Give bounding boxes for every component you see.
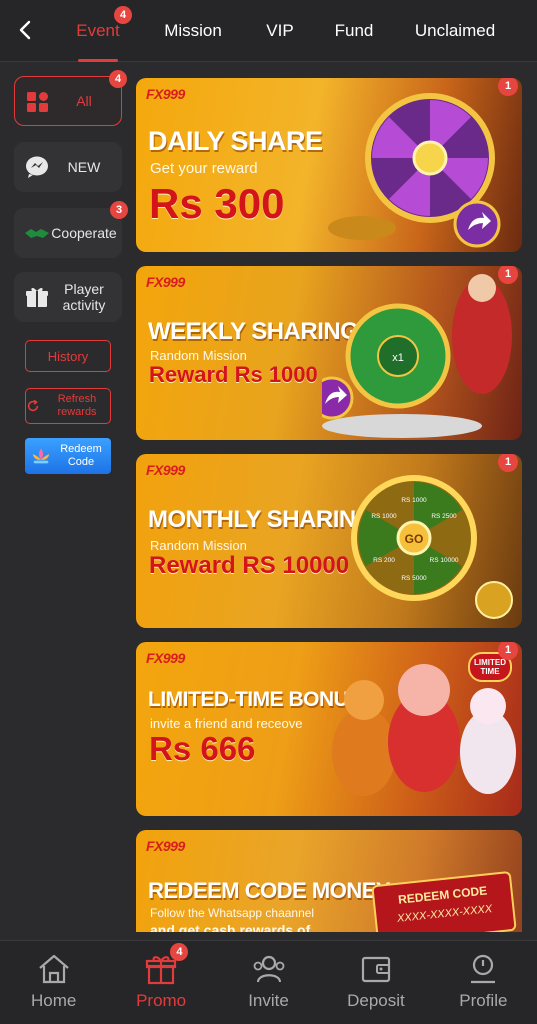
banner-subtitle: Follow the Whatsapp chaannel (150, 906, 315, 920)
tab-label: VIP (266, 21, 294, 40)
wheel-slice-label: RS 2500 (431, 513, 457, 520)
sidebar-item-label: NEW (67, 159, 101, 175)
brand-logo: FX999 (146, 650, 185, 666)
tab-vip[interactable]: VIP (252, 0, 308, 62)
sidebar-item-cooperate[interactable]: Cooperate 3 (14, 201, 128, 258)
sidebar-item-label: Player activity (62, 281, 106, 313)
nav-deposit[interactable]: Deposit (322, 941, 429, 1024)
wheel-slice-label: RS 10000 (430, 557, 459, 564)
sidebar-item-player-activity[interactable]: Player activity (14, 272, 122, 322)
sidebar-cooperate-badge: 3 (110, 201, 128, 219)
wheel-go-label: GO (405, 532, 424, 546)
category-sidebar: All 4 NEW Cooperate 3 Player activity Hi… (0, 62, 130, 932)
gift-icon (26, 287, 48, 307)
redeem-lotus-icon (32, 448, 50, 464)
banner-title: DAILY SHARE (148, 126, 323, 156)
home-icon (38, 954, 69, 984)
nav-label: Profile (459, 991, 508, 1010)
banner-reward: Reward RS 10000 (149, 552, 350, 579)
promo-banner-weekly-sharing[interactable]: FX999 WEEKLY SHARING Random Mission Rewa… (136, 266, 522, 440)
nav-label: Deposit (347, 991, 405, 1010)
gold-wheel-illustration: GO RS 1000 RS 2500 RS 10000 RS 5000 RS 2… (351, 475, 513, 619)
tab-mission[interactable]: Mission (134, 0, 252, 62)
banner-reward: Rs 300 (149, 180, 285, 227)
sidebar-all-badge: 4 (109, 70, 127, 88)
brand-logo: FX999 (146, 838, 185, 854)
back-arrow-icon[interactable] (12, 16, 40, 44)
banner-subtitle: Random Mission (150, 348, 247, 363)
nav-profile[interactable]: Profile (430, 941, 537, 1024)
promo-screen: Event 4 Mission VIP Fund Unclaimed All 4… (0, 0, 537, 1024)
tab-event[interactable]: Event 4 (62, 0, 134, 62)
redeem-label: Redeem Code (60, 443, 102, 468)
wheel-slice-label: RS 5000 (401, 575, 427, 582)
limited-time-label: LIMITED TIME (474, 658, 506, 676)
banner-reward: Reward Rs 1000 (149, 362, 318, 387)
tab-bar: Event 4 Mission VIP Fund Unclaimed (62, 0, 510, 62)
banner-subtitle: Random Mission (150, 538, 247, 553)
nav-label: Invite (248, 991, 289, 1010)
top-bar: Event 4 Mission VIP Fund Unclaimed (0, 0, 537, 62)
wheel-slice-label: RS 1000 (401, 497, 427, 504)
tab-label: Mission (164, 21, 222, 40)
tab-fund[interactable]: Fund (308, 0, 400, 62)
promo-banner-monthly-sharing[interactable]: FX999 MONTHLY SHARING Random Mission Rew… (136, 454, 522, 628)
green-wheel-pilot-illustration: x1 (322, 274, 512, 438)
refresh-label: Refresh rewards (57, 393, 97, 418)
refresh-icon (27, 399, 39, 412)
tab-label: Fund (334, 21, 374, 40)
wheel-center-label: x1 (392, 352, 404, 364)
invite-icon (253, 955, 284, 983)
nav-label: Promo (136, 991, 187, 1010)
banner-extra-text: and get cash rewards of (150, 922, 311, 932)
banner-subtitle: invite a friend and receove (150, 716, 303, 731)
sidebar-item-new[interactable]: NEW (14, 142, 122, 192)
promo-banner-list: FX999 DAILY SHARE Get your reward Rs 300… (136, 62, 523, 932)
tab-label: Event (76, 21, 120, 40)
nav-promo-badge: 4 (170, 943, 189, 961)
tab-unclaimed[interactable]: Unclaimed (400, 0, 510, 62)
redeem-code-ticket: REDEEM CODE XXXX-XXXX-XXXX (371, 870, 517, 932)
banner-title: REDEEM CODE MONEY (148, 878, 391, 903)
grid-icon (27, 92, 48, 112)
promo-banner-limited-time-bonus[interactable]: FX999 LIMITED-TIME BONUS invite a friend… (136, 642, 522, 816)
banner-subtitle: Get your reward (150, 160, 258, 177)
promo-banner-daily-share[interactable]: FX999 DAILY SHARE Get your reward Rs 300… (136, 78, 522, 252)
wallet-icon (361, 956, 391, 983)
chat-icon (26, 156, 48, 178)
sidebar-item-all[interactable]: All 4 (14, 70, 127, 126)
history-label: History (47, 348, 89, 364)
sidebar-item-label: All (76, 93, 92, 109)
redeem-code-button[interactable]: Redeem Code (25, 438, 111, 474)
profile-icon (471, 954, 496, 984)
brand-logo: FX999 (146, 462, 185, 478)
nav-invite[interactable]: Invite (215, 941, 322, 1024)
handshake-icon (25, 229, 49, 238)
brand-logo: FX999 (146, 86, 185, 102)
nav-promo[interactable]: Promo 4 (107, 941, 214, 1024)
bottom-navigation: Home Promo 4 Invite Deposit Profile (0, 940, 537, 1024)
sidebar-item-label: Cooperate (51, 225, 117, 241)
wheel-slice-label: RS 200 (373, 557, 395, 564)
tab-event-badge: 4 (114, 6, 132, 24)
nav-label: Home (31, 991, 77, 1010)
tab-label: Unclaimed (414, 21, 496, 40)
refresh-rewards-button[interactable]: Refresh rewards (25, 388, 111, 424)
banner-reward: Rs 666 (149, 730, 256, 767)
history-button[interactable]: History (25, 340, 111, 372)
promo-banner-redeem-code-money[interactable]: FX999 REDEEM CODE MONEY Follow the Whats… (136, 830, 522, 932)
nav-home[interactable]: Home (0, 941, 107, 1024)
wheel-slice-label: RS 1000 (371, 513, 397, 520)
brand-logo: FX999 (146, 274, 185, 290)
prize-wheel-illustration (328, 93, 501, 248)
